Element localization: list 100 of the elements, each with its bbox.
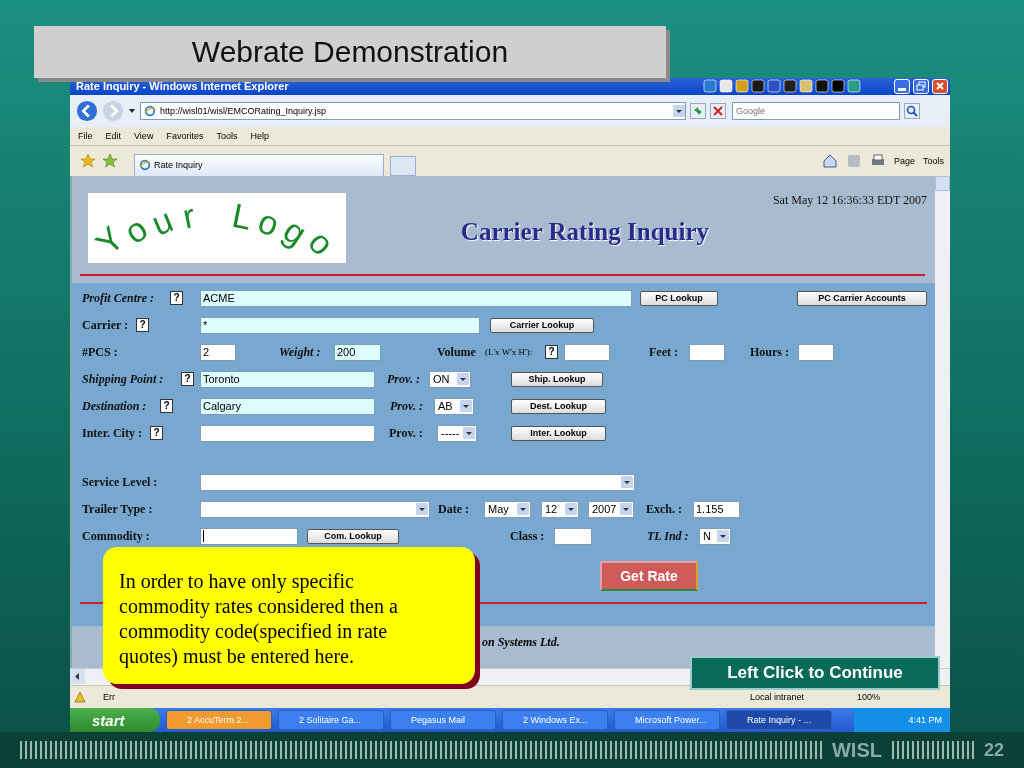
menu-item[interactable]: Help [250,130,269,141]
lookup-button[interactable]: PC Carrier Accounts [797,290,927,306]
start-button[interactable]: start [70,708,160,732]
get-rate-button[interactable]: Get Rate [600,560,698,591]
input-field[interactable] [200,424,375,442]
dropdown[interactable] [200,500,430,518]
page-number: 22 [983,739,1004,761]
command-button[interactable]: Tools [923,155,944,166]
caret-icon [460,400,472,413]
app-icon[interactable] [719,79,733,94]
page-icon [139,159,151,172]
caret-icon [621,476,633,489]
help-button[interactable]: ? [136,318,149,333]
field-label: Commodity : [82,528,150,544]
input-field[interactable] [798,343,834,361]
help-button[interactable]: ? [150,426,163,441]
field-label: TL Ind : [647,528,689,544]
minimize-button[interactable] [894,79,910,94]
app-icon[interactable] [767,79,781,94]
menu-item[interactable]: File [78,130,93,141]
dropdown[interactable] [200,473,635,491]
address-field[interactable]: http://wisl01/wisl/EMCORating_Inquiry.jsp [140,101,686,120]
input-field[interactable]: ACME [200,289,632,307]
security-zone: Local intranet [750,692,805,702]
page-icon [144,104,156,117]
logo: Your Logo [88,192,346,263]
taskbar-button[interactable]: 2 Solitaire Ga... [278,710,384,730]
back-icon[interactable] [76,99,98,122]
browser-tab[interactable]: Rate Inquiry [134,153,384,176]
menu-item[interactable]: Edit [105,130,122,141]
app-icon[interactable] [815,79,829,94]
field-label: Date : [438,501,469,517]
dropdown[interactable]: ON [429,370,471,388]
app-icon[interactable] [751,79,765,94]
help-button[interactable]: ? [170,291,183,306]
restore-button[interactable] [913,79,929,94]
add-favorite-icon[interactable] [102,152,118,169]
dropdown[interactable]: ----- [437,424,477,442]
lookup-button[interactable]: Dest. Lookup [511,398,606,414]
search-field[interactable]: Google [732,101,900,120]
continue-button[interactable]: Left Click to Continue [690,656,940,690]
taskbar-button[interactable]: Microsoft Power... [614,710,720,730]
input-field[interactable]: 1.155 [693,500,740,518]
input-field[interactable]: Calgary [200,397,375,415]
input-field[interactable]: 200 [334,343,381,361]
lookup-button[interactable]: PC Lookup [640,290,718,306]
field-label: #PCS : [82,344,118,360]
app-icon[interactable] [735,79,749,94]
dropdown[interactable]: 2007 [588,500,634,518]
app-icon[interactable] [703,79,717,94]
minimize-icon [898,88,906,91]
caret-icon[interactable] [673,104,685,117]
input-field[interactable]: 2 [200,343,236,361]
input-field[interactable] [200,527,298,545]
menu-item[interactable]: Tools [216,130,238,141]
caret-icon[interactable] [128,106,136,115]
vertical-scrollbar[interactable] [935,175,950,669]
search-icon[interactable] [904,102,920,119]
input-field[interactable] [554,527,592,545]
warning-icon [74,691,86,703]
caret-icon [457,373,469,386]
help-button[interactable]: ? [181,372,194,387]
taskbar-button[interactable]: 2 Windows Ex... [502,710,608,730]
dropdown[interactable]: N [699,527,731,545]
lookup-button[interactable]: Carrier Lookup [490,317,594,333]
field-label: Carrier : [82,317,129,333]
app-icon[interactable] [799,79,813,94]
input-field[interactable] [689,343,725,361]
input-field[interactable]: * [200,316,480,334]
command-button[interactable]: Page [893,155,915,166]
taskbar-button[interactable]: Rate Inquiry - ... [726,710,832,730]
refresh-icon[interactable] [690,102,706,119]
input-field[interactable]: Toronto [200,370,375,388]
field-label: Hours : [750,344,789,360]
menu-item[interactable]: Favorites [166,130,204,141]
field-label: Weight : [279,344,321,360]
lookup-button[interactable]: Ship. Lookup [511,371,603,387]
app-icon[interactable] [831,79,845,94]
lookup-button[interactable]: Com. Lookup [307,528,399,544]
stop-icon[interactable] [710,102,726,119]
dropdown[interactable]: 12 [541,500,579,518]
taskbar-button[interactable]: Pegasus Mail [390,710,496,730]
app-icon[interactable] [847,79,861,94]
clock: 4:41 PM [908,715,942,725]
lookup-button[interactable]: Inter. Lookup [511,425,606,441]
help-button[interactable]: ? [545,345,558,360]
app-icon[interactable] [783,79,797,94]
input-field[interactable] [564,343,610,361]
field-label: Shipping Point : [82,371,164,387]
help-button[interactable]: ? [160,399,173,414]
menu-item[interactable]: View [134,130,154,141]
scroll-left-button[interactable] [70,669,85,685]
dropdown[interactable]: May [484,500,531,518]
field-label: Prov. : [390,398,423,414]
star-icon[interactable] [80,152,96,169]
close-button[interactable] [932,79,948,94]
zoom-level[interactable]: 100% [857,692,881,702]
field-label: Exch. : [646,501,682,517]
dropdown[interactable]: AB [434,397,474,415]
home-icon[interactable] [821,152,838,169]
